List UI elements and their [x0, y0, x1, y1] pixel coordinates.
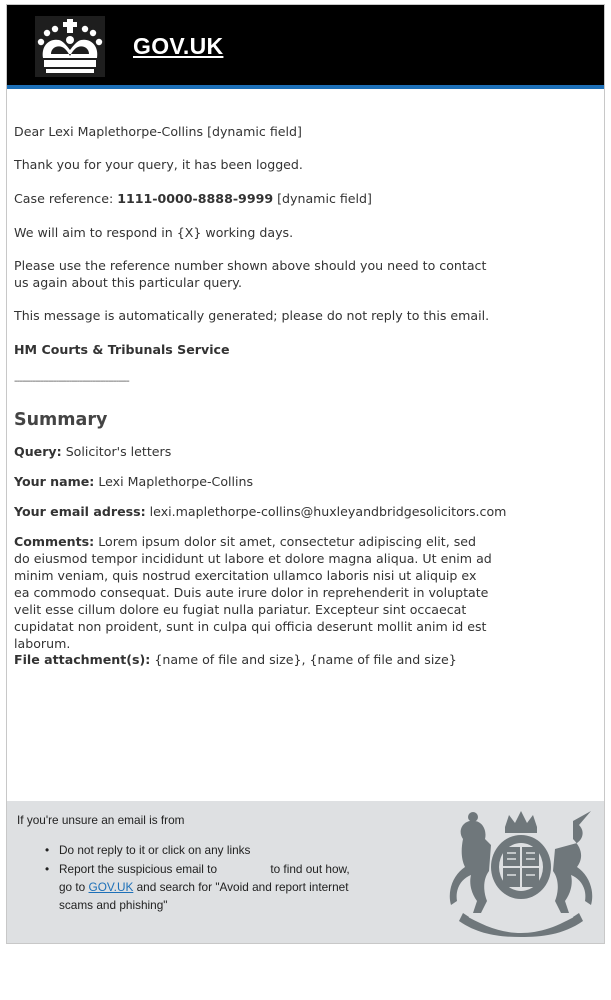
summary-name: Your name: Lexi Maplethorpe-Collins [14, 473, 253, 490]
name-value: Lexi Maplethorpe-Collins [98, 474, 254, 489]
greeting: Dear Lexi Maplethorpe-Collins [dynamic f… [14, 124, 302, 139]
email-frame: GOV.UK Dear Lexi Maplethorpe-Collins [dy… [6, 4, 605, 944]
summary-comments: Comments: Lorem ipsum dolor sit amet, co… [14, 533, 494, 652]
report-text-a: Report the suspicious email to [59, 862, 218, 876]
query-label: Query: [14, 444, 62, 459]
reference-instruction: Please use the reference number shown ab… [14, 258, 487, 290]
thanks-text: Thank you for your query, it has been lo… [14, 157, 303, 172]
footer-item-no-reply: Do not reply to it or click on any links [45, 841, 359, 859]
divider: ----------------------------------------… [14, 376, 130, 387]
footer: If you're unsure an email is from Do not… [7, 801, 604, 943]
footer-list: Do not reply to it or click on any links… [45, 841, 359, 914]
summary-heading: Summary [14, 410, 108, 430]
comments-value: Lorem ipsum dolor sit amet, consectetur … [14, 534, 492, 651]
response-time-text: We will aim to respond in {X} working da… [14, 225, 294, 240]
govuk-link[interactable]: GOV.UK [89, 880, 134, 894]
case-reference-suffix: [dynamic field] [277, 191, 372, 206]
case-reference: Case reference: 1111-0000-8888-9999 [dyn… [14, 190, 372, 207]
summary-files: File attachment(s): {name of file and si… [14, 651, 457, 668]
case-reference-value: 1111-0000-8888-9999 [117, 191, 274, 206]
crown-icon [35, 16, 105, 77]
files-value: {name of file and size}, {name of file a… [154, 652, 457, 667]
footer-intro: If you're unsure an email is from [17, 813, 185, 827]
comments-label: Comments: [14, 534, 95, 549]
header: GOV.UK [7, 5, 604, 85]
files-label: File attachment(s): [14, 652, 151, 667]
name-label: Your name: [14, 474, 95, 489]
govuk-logo-text[interactable]: GOV.UK [133, 33, 223, 60]
header-accent-bar [7, 85, 604, 89]
summary-email: Your email adress: lexi.maplethorpe-coll… [14, 503, 506, 520]
organisation-signature: HM Courts & Tribunals Service [14, 342, 230, 357]
email-value: lexi.maplethorpe-collins@huxleyandbridge… [149, 504, 507, 519]
query-value: Solicitor's letters [65, 444, 172, 459]
royal-coat-of-arms-icon [443, 809, 599, 937]
footer-item-report: Report the suspicious email to to find o… [45, 860, 359, 914]
email-label: Your email adress: [14, 504, 146, 519]
summary-query: Query: Solicitor's letters [14, 443, 171, 460]
case-reference-label: Case reference: [14, 191, 114, 206]
auto-generated-notice: This message is automatically generated;… [14, 308, 490, 323]
